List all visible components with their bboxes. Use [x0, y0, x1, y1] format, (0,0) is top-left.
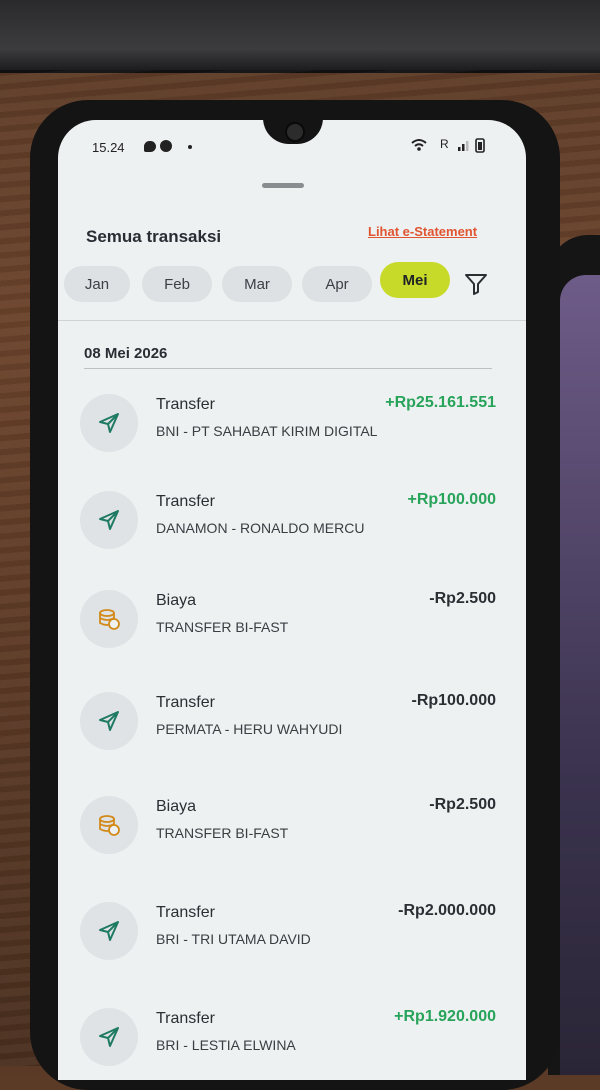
transaction-description: BRI - TRI UTAMA DAVID — [156, 931, 311, 947]
transaction-row[interactable]: Transfer BRI - TRI UTAMA DAVID -Rp2.000.… — [58, 888, 526, 978]
sheet-drag-handle[interactable] — [262, 183, 304, 188]
send-icon — [80, 394, 138, 452]
transaction-amount: -Rp100.000 — [411, 692, 497, 709]
second-phone-screen — [560, 275, 600, 1075]
transaction-row[interactable]: Biaya TRANSFER BI-FAST -Rp2.500 — [58, 576, 526, 666]
transaction-type: Transfer — [156, 493, 215, 510]
send-icon — [80, 491, 138, 549]
transaction-type: Biaya — [156, 592, 197, 609]
send-icon — [80, 902, 138, 960]
coin-stack-icon — [80, 590, 138, 648]
app-notification-icon — [160, 140, 172, 152]
transaction-row[interactable]: Biaya TRANSFER BI-FAST -Rp2.500 — [58, 782, 526, 872]
transaction-type: Transfer — [156, 904, 215, 921]
transaction-amount: -Rp2.500 — [429, 590, 496, 607]
more-notifications-icon — [188, 145, 192, 149]
transaction-description: TRANSFER BI-FAST — [156, 825, 289, 841]
phone-screen: 15.24 R Semua transaksi Lihat e-Statemen… — [58, 120, 526, 1080]
transaction-description: BNI - PT SAHABAT KIRIM DIGITAL — [156, 423, 378, 439]
transaction-type: Transfer — [156, 396, 215, 413]
transaction-amount: +Rp25.161.551 — [385, 394, 496, 411]
transaction-row[interactable]: Transfer DANAMON - RONALDO MERCU +Rp100.… — [58, 477, 526, 567]
date-divider — [84, 368, 492, 369]
tab-month-mei[interactable]: Mei — [380, 262, 450, 298]
date-group-label: 08 Mei 2026 — [84, 345, 168, 362]
tab-month-mar[interactable]: Mar — [222, 266, 292, 302]
transaction-type: Biaya — [156, 798, 197, 815]
transaction-type: Transfer — [156, 1010, 215, 1027]
chat-notification-icon — [144, 141, 156, 152]
send-icon — [80, 692, 138, 750]
filter-icon — [465, 274, 487, 295]
tab-month-apr[interactable]: Apr — [302, 266, 372, 302]
page-title: Semua transaksi — [86, 227, 222, 246]
network-type-label: R — [440, 137, 449, 151]
transaction-row[interactable]: Transfer PERMATA - HERU WAHYUDI -Rp100.0… — [58, 678, 526, 768]
transaction-amount: -Rp2.500 — [429, 796, 496, 813]
coin-stack-icon — [80, 796, 138, 854]
transaction-amount: -Rp2.000.000 — [398, 902, 496, 919]
tab-month-feb[interactable]: Feb — [142, 266, 212, 302]
status-bar: 15.24 R — [58, 120, 526, 170]
estatement-link[interactable]: Lihat e-Statement — [368, 224, 477, 239]
transaction-row[interactable]: Transfer BNI - PT SAHABAT KIRIM DIGITAL … — [58, 380, 526, 470]
transaction-row[interactable]: Transfer BRI - LESTIA ELWINA +Rp1.920.00… — [58, 994, 526, 1080]
transaction-description: DANAMON - RONALDO MERCU — [156, 520, 365, 536]
filter-button[interactable] — [462, 270, 490, 298]
transaction-description: PERMATA - HERU WAHYUDI — [156, 721, 343, 737]
header-divider — [58, 320, 526, 321]
transaction-amount: +Rp1.920.000 — [394, 1008, 496, 1025]
status-time: 15.24 — [92, 140, 125, 155]
laptop-edge-background — [0, 0, 600, 73]
month-filter-tabs: Jan Feb Mar Apr Mei — [58, 262, 526, 306]
transaction-description: TRANSFER BI-FAST — [156, 619, 289, 635]
tab-month-jan[interactable]: Jan — [64, 266, 130, 302]
send-icon — [80, 1008, 138, 1066]
transaction-amount: +Rp100.000 — [407, 491, 496, 508]
wifi-icon — [411, 138, 485, 153]
transaction-type: Transfer — [156, 694, 215, 711]
transaction-list: Transfer BNI - PT SAHABAT KIRIM DIGITAL … — [58, 380, 526, 1080]
transaction-description: BRI - LESTIA ELWINA — [156, 1037, 296, 1053]
status-icons: R — [410, 134, 490, 158]
